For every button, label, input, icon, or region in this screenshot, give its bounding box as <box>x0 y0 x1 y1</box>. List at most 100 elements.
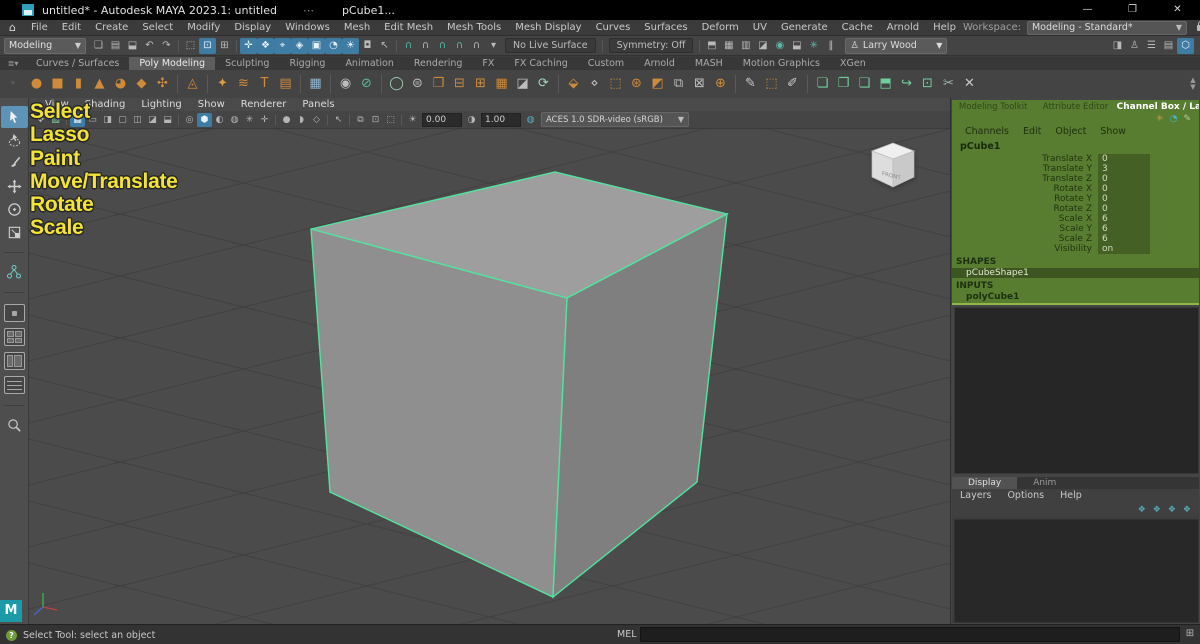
open-scene[interactable]: ▤ <box>107 38 124 54</box>
shelf-icon[interactable] <box>731 73 740 95</box>
shelf-tab[interactable]: Motion Graphics <box>733 57 830 70</box>
shelf-scroll[interactable]: ▲ ▼ <box>1186 77 1200 91</box>
zoom-tool-button[interactable] <box>1 414 28 436</box>
select-hierarchy[interactable]: ⬚ <box>182 38 199 54</box>
anti-alias[interactable]: ◗ <box>294 113 309 127</box>
poly-cube[interactable]: ■ <box>47 73 68 95</box>
color-management-icon[interactable]: ◍ <box>523 113 538 127</box>
target-weld[interactable]: ⬚ <box>605 73 626 95</box>
shelf-icon[interactable] <box>173 73 182 95</box>
extrude[interactable]: ⊞ <box>470 73 491 95</box>
camera-attributes[interactable]: ⬚ <box>383 113 398 127</box>
poly-disc[interactable]: ✣ <box>152 73 173 95</box>
document-tab[interactable]: pCube1... <box>342 4 395 17</box>
tab-anim[interactable]: Anim <box>1017 477 1072 489</box>
paint-tool[interactable] <box>1 152 28 174</box>
menu-item[interactable]: Curves <box>589 22 638 33</box>
channel-value-field[interactable]: 0 <box>1098 184 1150 194</box>
separate[interactable]: ⊜ <box>407 73 428 95</box>
snap-grid[interactable]: ∩ <box>400 38 417 54</box>
object-name[interactable]: pCube1 <box>952 138 1199 154</box>
mask-handles[interactable]: ✛ <box>240 38 257 54</box>
hypershade[interactable]: ◉ <box>771 38 788 54</box>
poly-text[interactable]: T <box>254 73 275 95</box>
safe-title[interactable]: ⬓ <box>160 113 175 127</box>
channel-label[interactable]: Scale Z <box>952 234 1098 244</box>
render-view[interactable]: ⬒ <box>703 38 720 54</box>
rotate-tool[interactable] <box>1 198 28 220</box>
status-icon[interactable] <box>393 38 400 54</box>
channel-box-menu-item[interactable]: Object <box>1048 126 1093 137</box>
menu-item[interactable]: Arnold <box>880 22 926 33</box>
poly-sphere[interactable]: ● <box>26 73 47 95</box>
shadows[interactable]: ✳ <box>242 113 257 127</box>
safe-action[interactable]: ◪ <box>145 113 160 127</box>
input-node-row[interactable]: polyCube1 <box>952 292 1199 302</box>
menu-item[interactable]: Create <box>88 22 135 33</box>
transform-component[interactable]: ⊠ <box>689 73 710 95</box>
gamma-icon[interactable]: ◑ <box>464 113 479 127</box>
layer-template-icon[interactable]: ❖ <box>1168 505 1176 515</box>
symmetry-select[interactable]: Symmetry: Off <box>609 38 694 53</box>
shelf-menu-icon[interactable]: ≣▾ <box>0 57 26 70</box>
menu-item[interactable]: Mesh Tools <box>440 22 508 33</box>
snap-point[interactable]: ∩ <box>434 38 451 54</box>
render-setup[interactable]: ✳ <box>805 38 822 54</box>
platonic-solid[interactable]: ◬ <box>182 73 203 95</box>
channel-box-menu-item[interactable]: Channels <box>958 126 1016 137</box>
create-curve[interactable]: ✎ <box>740 73 761 95</box>
status-icon[interactable] <box>175 38 182 54</box>
channel-box-menu-item[interactable]: Edit <box>1016 126 1048 137</box>
channel-value-field[interactable]: 0 <box>1098 154 1150 164</box>
panel-toolbar-icon[interactable] <box>324 113 331 127</box>
panel-menu-item[interactable]: Panels <box>294 99 342 110</box>
status-icon[interactable] <box>233 38 240 54</box>
menu-item[interactable]: Generate <box>774 22 835 33</box>
save-scene[interactable]: ⬓ <box>124 38 141 54</box>
layer-editor-menu-item[interactable]: Help <box>1052 490 1090 501</box>
shaded-mode[interactable]: ⬢ <box>197 113 212 127</box>
menu-item[interactable]: Edit <box>55 22 88 33</box>
layer-editor-menu-item[interactable]: Layers <box>952 490 999 501</box>
film-gate[interactable]: ▭ <box>85 113 100 127</box>
toggle-channel-box[interactable]: ☰ <box>1143 38 1160 54</box>
shelf-icon[interactable] <box>377 73 386 95</box>
maya-badge-icon[interactable]: M <box>0 600 22 622</box>
panel-menu-item[interactable]: Shading <box>77 99 134 110</box>
cut-tool[interactable]: ✂ <box>938 73 959 95</box>
shelf-tab[interactable]: FX <box>472 57 504 70</box>
super-shape[interactable]: ✦ <box>212 73 233 95</box>
image-plane[interactable]: ⧉ <box>353 113 368 127</box>
channel-box-menu-item[interactable]: Show <box>1093 126 1133 137</box>
shelf-tab[interactable]: Sculpting <box>215 57 279 70</box>
panel-menu-item[interactable]: Show <box>190 99 233 110</box>
select-object[interactable]: ⊡ <box>199 38 216 54</box>
channel-label[interactable]: Rotate Y <box>952 194 1098 204</box>
layer-visibility-icon[interactable]: ❖ <box>1138 505 1146 515</box>
render-sequence[interactable]: ⬓ <box>788 38 805 54</box>
poly-plane[interactable]: ◆ <box>131 73 152 95</box>
tab-channel-box[interactable]: Channel Box / Layer Editor <box>1117 102 1199 112</box>
panel-menu-item[interactable]: View <box>37 99 77 110</box>
panel-toolbar-icon[interactable] <box>398 113 405 127</box>
channel-value-field[interactable]: 3 <box>1098 164 1150 174</box>
shelf-icon[interactable] <box>296 73 305 95</box>
quad-draw[interactable]: ❏ <box>812 73 833 95</box>
viewport-canvas[interactable]: FRONT <box>29 129 950 624</box>
panel-menu-item[interactable]: Renderer <box>233 99 295 110</box>
channel-value-field[interactable]: 6 <box>1098 214 1150 224</box>
render-settings[interactable]: ◪ <box>754 38 771 54</box>
shape-node-row[interactable]: pCubeShape1 <box>952 268 1199 278</box>
shelf-tab[interactable]: Curves / Surfaces <box>26 57 129 70</box>
gate-mask[interactable]: ▢ <box>115 113 130 127</box>
use-all-lights[interactable]: ◍ <box>227 113 242 127</box>
delete-edge[interactable]: ✕ <box>959 73 980 95</box>
snap-curve[interactable]: ∩ <box>417 38 434 54</box>
edit-icon[interactable]: ✎ <box>1183 114 1191 124</box>
shelf-tab[interactable]: Custom <box>578 57 634 70</box>
tab-display[interactable]: Display <box>952 477 1017 489</box>
menu-item[interactable]: Mesh <box>337 22 377 33</box>
layer-editor-menu-item[interactable]: Options <box>999 490 1052 501</box>
pencil-curve[interactable]: ✐ <box>782 73 803 95</box>
svg-tool[interactable]: ▤ <box>275 73 296 95</box>
